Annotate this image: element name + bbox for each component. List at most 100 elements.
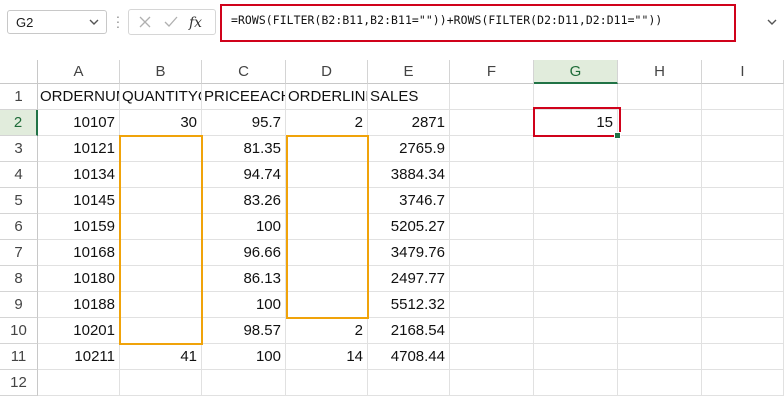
cell-h5[interactable] (618, 188, 702, 214)
cell-c12[interactable] (202, 370, 286, 396)
cell-c6[interactable]: 100 (202, 214, 286, 240)
cell-b8[interactable] (120, 266, 202, 292)
cell-c7[interactable]: 96.66 (202, 240, 286, 266)
formula-bar[interactable]: =ROWS(FILTER(B2:B11,B2:B11=""))+ROWS(FIL… (220, 4, 736, 42)
cell-c2[interactable]: 95.7 (202, 110, 286, 136)
cell-c9[interactable]: 100 (202, 292, 286, 318)
cell-c3[interactable]: 81.35 (202, 136, 286, 162)
cell-d8[interactable] (286, 266, 368, 292)
cell-d3[interactable] (286, 136, 368, 162)
cell-e11[interactable]: 4708.44 (368, 344, 450, 370)
cell-e7[interactable]: 3479.76 (368, 240, 450, 266)
row-header-11[interactable]: 11 (0, 344, 38, 370)
cell-c1[interactable]: PRICEEACH (202, 84, 286, 110)
cell-a6[interactable]: 10159 (38, 214, 120, 240)
cell-b1[interactable]: QUANTITYORDERED (120, 84, 202, 110)
cell-f12[interactable] (450, 370, 534, 396)
cell-h10[interactable] (618, 318, 702, 344)
cell-g9[interactable] (534, 292, 618, 318)
row-header-7[interactable]: 7 (0, 240, 38, 266)
cell-a9[interactable]: 10188 (38, 292, 120, 318)
cell-i4[interactable] (702, 162, 784, 188)
cell-a3[interactable]: 10121 (38, 136, 120, 162)
cell-f11[interactable] (450, 344, 534, 370)
cell-f10[interactable] (450, 318, 534, 344)
cell-d4[interactable] (286, 162, 368, 188)
cell-g11[interactable] (534, 344, 618, 370)
cell-i2[interactable] (702, 110, 784, 136)
cell-g4[interactable] (534, 162, 618, 188)
expand-formula-bar-icon[interactable] (764, 12, 780, 32)
row-header-4[interactable]: 4 (0, 162, 38, 188)
cell-b11[interactable]: 41 (120, 344, 202, 370)
cell-g7[interactable] (534, 240, 618, 266)
cell-d11[interactable]: 14 (286, 344, 368, 370)
cell-b5[interactable] (120, 188, 202, 214)
cell-d5[interactable] (286, 188, 368, 214)
column-header-d[interactable]: D (286, 60, 368, 84)
cell-e10[interactable]: 2168.54 (368, 318, 450, 344)
column-header-e[interactable]: E (368, 60, 450, 84)
cell-e6[interactable]: 5205.27 (368, 214, 450, 240)
cell-h9[interactable] (618, 292, 702, 318)
cell-h7[interactable] (618, 240, 702, 266)
cell-i9[interactable] (702, 292, 784, 318)
cell-h1[interactable] (618, 84, 702, 110)
cell-a1[interactable]: ORDERNUMBER (38, 84, 120, 110)
cell-b6[interactable] (120, 214, 202, 240)
cell-f8[interactable] (450, 266, 534, 292)
cell-b10[interactable] (120, 318, 202, 344)
row-header-6[interactable]: 6 (0, 214, 38, 240)
cell-b7[interactable] (120, 240, 202, 266)
cell-f6[interactable] (450, 214, 534, 240)
name-box[interactable]: G2 (7, 10, 107, 34)
row-header-12[interactable]: 12 (0, 370, 38, 396)
cell-h12[interactable] (618, 370, 702, 396)
cell-d6[interactable] (286, 214, 368, 240)
row-header-2[interactable]: 2 (0, 110, 38, 136)
cell-d7[interactable] (286, 240, 368, 266)
cell-a5[interactable]: 10145 (38, 188, 120, 214)
column-header-f[interactable]: F (450, 60, 534, 84)
cell-h11[interactable] (618, 344, 702, 370)
cell-c8[interactable]: 86.13 (202, 266, 286, 292)
cell-a11[interactable]: 10211 (38, 344, 120, 370)
cell-g1[interactable] (534, 84, 618, 110)
cell-f1[interactable] (450, 84, 534, 110)
cell-f3[interactable] (450, 136, 534, 162)
fill-handle[interactable] (614, 132, 621, 139)
cell-i1[interactable] (702, 84, 784, 110)
cell-d1[interactable]: ORDERLINENUMBER (286, 84, 368, 110)
cell-f4[interactable] (450, 162, 534, 188)
cell-b9[interactable] (120, 292, 202, 318)
cell-a10[interactable]: 10201 (38, 318, 120, 344)
enter-check-icon[interactable] (161, 13, 181, 31)
cell-g12[interactable] (534, 370, 618, 396)
cell-h4[interactable] (618, 162, 702, 188)
column-header-a[interactable]: A (38, 60, 120, 84)
cell-h2[interactable] (618, 110, 702, 136)
row-header-10[interactable]: 10 (0, 318, 38, 344)
row-header-1[interactable]: 1 (0, 84, 38, 110)
column-header-i[interactable]: I (702, 60, 784, 84)
cell-f5[interactable] (450, 188, 534, 214)
cell-e4[interactable]: 3884.34 (368, 162, 450, 188)
cell-i8[interactable] (702, 266, 784, 292)
cell-h6[interactable] (618, 214, 702, 240)
cancel-icon[interactable] (135, 13, 155, 31)
drag-handle-icon[interactable]: · · · (115, 9, 121, 33)
cell-d2[interactable]: 2 (286, 110, 368, 136)
cell-f7[interactable] (450, 240, 534, 266)
cell-f9[interactable] (450, 292, 534, 318)
cell-b2[interactable]: 30 (120, 110, 202, 136)
row-header-3[interactable]: 3 (0, 136, 38, 162)
cell-a2[interactable]: 10107 (38, 110, 120, 136)
cell-a7[interactable]: 10168 (38, 240, 120, 266)
cell-e1[interactable]: SALES (368, 84, 450, 110)
cell-a12[interactable] (38, 370, 120, 396)
cell-b12[interactable] (120, 370, 202, 396)
cell-d12[interactable] (286, 370, 368, 396)
cell-c11[interactable]: 100 (202, 344, 286, 370)
cell-g6[interactable] (534, 214, 618, 240)
cell-c4[interactable]: 94.74 (202, 162, 286, 188)
